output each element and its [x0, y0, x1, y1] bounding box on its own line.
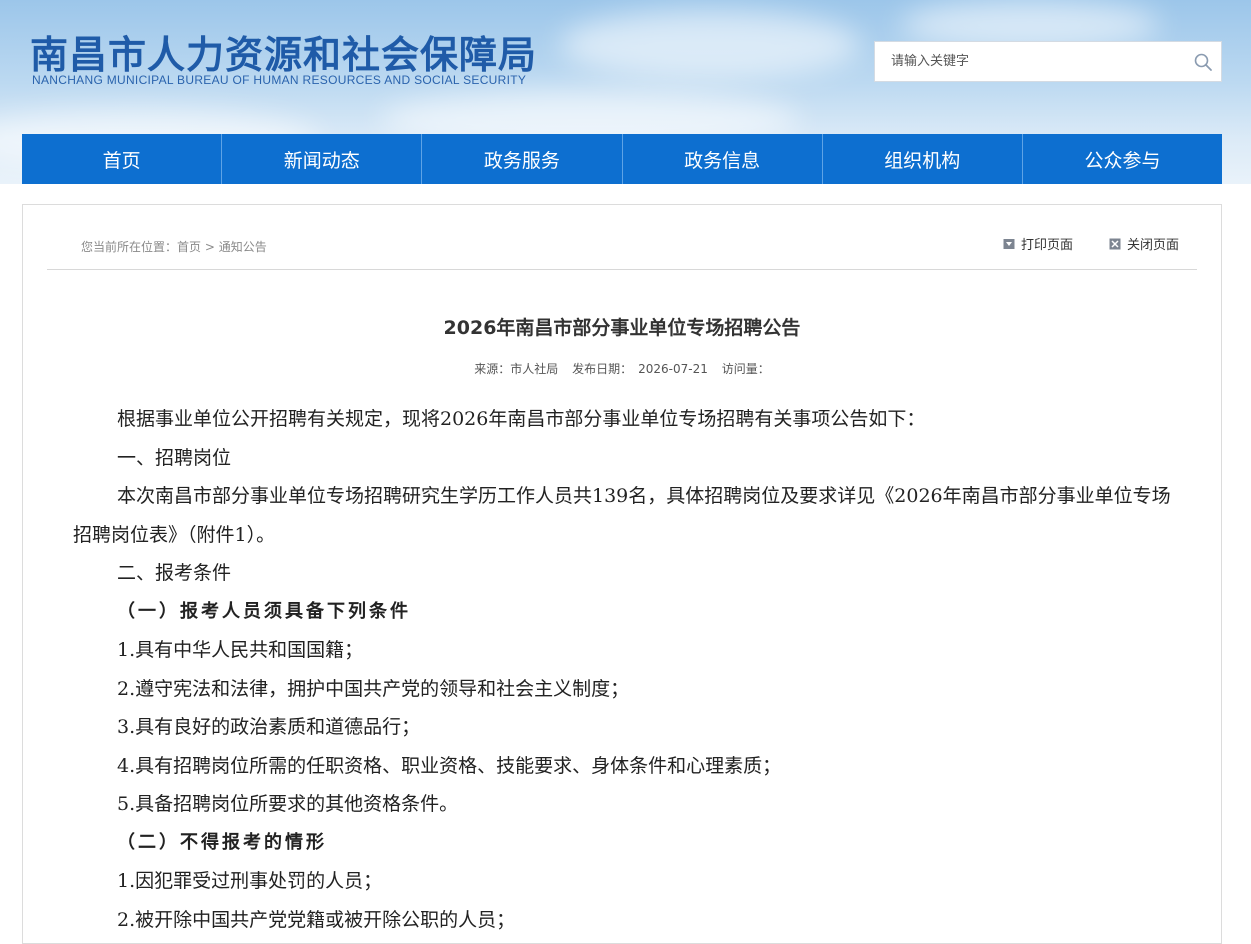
list-item: 2.遵守宪法和法律，拥护中国共产党的领导和社会主义制度；: [117, 677, 630, 700]
subsection-heading: （二）不得报考的情形: [117, 831, 327, 853]
print-page-button[interactable]: 打印页面: [1003, 234, 1073, 253]
article-paragraph: 根据事业单位公开招聘有关规定，现将2026年南昌市部分事业单位专场招聘有关事项公…: [117, 408, 926, 430]
meta-source: 来源：市人社局: [474, 362, 558, 376]
list-item: 1.具有中华人民共和国国籍；: [117, 639, 364, 661]
section-heading: 二、报考条件: [117, 562, 232, 584]
cloud-decoration: [560, 10, 860, 80]
print-page-label: 打印页面: [1020, 238, 1073, 253]
breadcrumb-prefix: 您当前所在位置：: [81, 240, 178, 254]
search-box: [874, 41, 1222, 82]
list-item: 1.因犯罪受过刑事处罚的人员；: [117, 870, 383, 892]
breadcrumb-separator: >: [201, 240, 219, 254]
meta-date: 发布日期： 2026-07-21: [572, 362, 708, 376]
meta-date-value: 2026-07-21: [638, 362, 708, 376]
site-subtitle: NANCHANG MUNICIPAL BUREAU OF HUMAN RESOU…: [32, 73, 527, 87]
article-title: 2026年南昌市部分事业单位专场招聘公告: [443, 317, 801, 339]
close-icon: [1109, 238, 1121, 249]
nav-item-news[interactable]: 新闻动态: [222, 134, 423, 184]
article-body: 根据事业单位公开招聘有关规定，现将2026年南昌市部分事业单位专场招聘有关事项公…: [73, 400, 1183, 939]
section-heading: 一、招聘岗位: [117, 446, 232, 469]
breadcrumb: 您当前所在位置：首页 > 通知公告: [81, 238, 267, 255]
subsection-heading: （一）报考人员须具备下列条件: [117, 600, 411, 622]
meta-date-label: 发布日期：: [572, 362, 633, 376]
list-item: 4.具有招聘岗位所需的任职资格、职业资格、技能要求、身体条件和心理素质；: [117, 754, 782, 777]
meta-source-label: 来源：: [474, 362, 511, 376]
close-page-button[interactable]: 关闭页面: [1109, 234, 1179, 253]
main-nav: 首页 新闻动态 政务服务 政务信息 组织机构 公众参与: [22, 134, 1222, 184]
header-divider: [47, 269, 1197, 270]
meta-source-value: 市人社局: [510, 362, 559, 376]
nav-item-organization[interactable]: 组织机构: [823, 134, 1023, 184]
search-icon[interactable]: [1193, 52, 1213, 72]
nav-item-home[interactable]: 首页: [22, 134, 223, 184]
meta-views-label: 访问量：: [721, 362, 770, 376]
article-meta: 来源：市人社局 发布日期： 2026-07-21 访问量：: [23, 360, 1221, 377]
breadcrumb-current-link[interactable]: 通知公告: [219, 240, 267, 254]
nav-item-services[interactable]: 政务服务: [422, 134, 623, 184]
close-page-label: 关闭页面: [1126, 238, 1179, 253]
list-item: 5.具备招聘岗位所要求的其他资格条件。: [117, 793, 459, 815]
print-icon: [1003, 238, 1015, 249]
article-container: 您当前所在位置：首页 > 通知公告 打印页面 关闭页面 2026年南昌市部分事业…: [22, 204, 1222, 944]
article-paragraph: 本次南昌市部分事业单位专场招聘研究生学历工作人员共139名，具体招聘岗位及要求详…: [73, 485, 1171, 546]
search-input[interactable]: [875, 42, 1175, 81]
breadcrumb-home-link[interactable]: 首页: [177, 240, 201, 254]
list-item: 3.具有良好的政治素质和道德品行；: [117, 716, 421, 738]
list-item: 2.被开除中国共产党党籍或被开除公职的人员；: [117, 908, 516, 931]
nav-item-info[interactable]: 政务信息: [623, 134, 823, 184]
page-tools: 打印页面 关闭页面: [1003, 234, 1179, 253]
nav-item-participation[interactable]: 公众参与: [1023, 134, 1222, 184]
site-title: 南昌市人力资源和社会保障局: [30, 33, 538, 77]
